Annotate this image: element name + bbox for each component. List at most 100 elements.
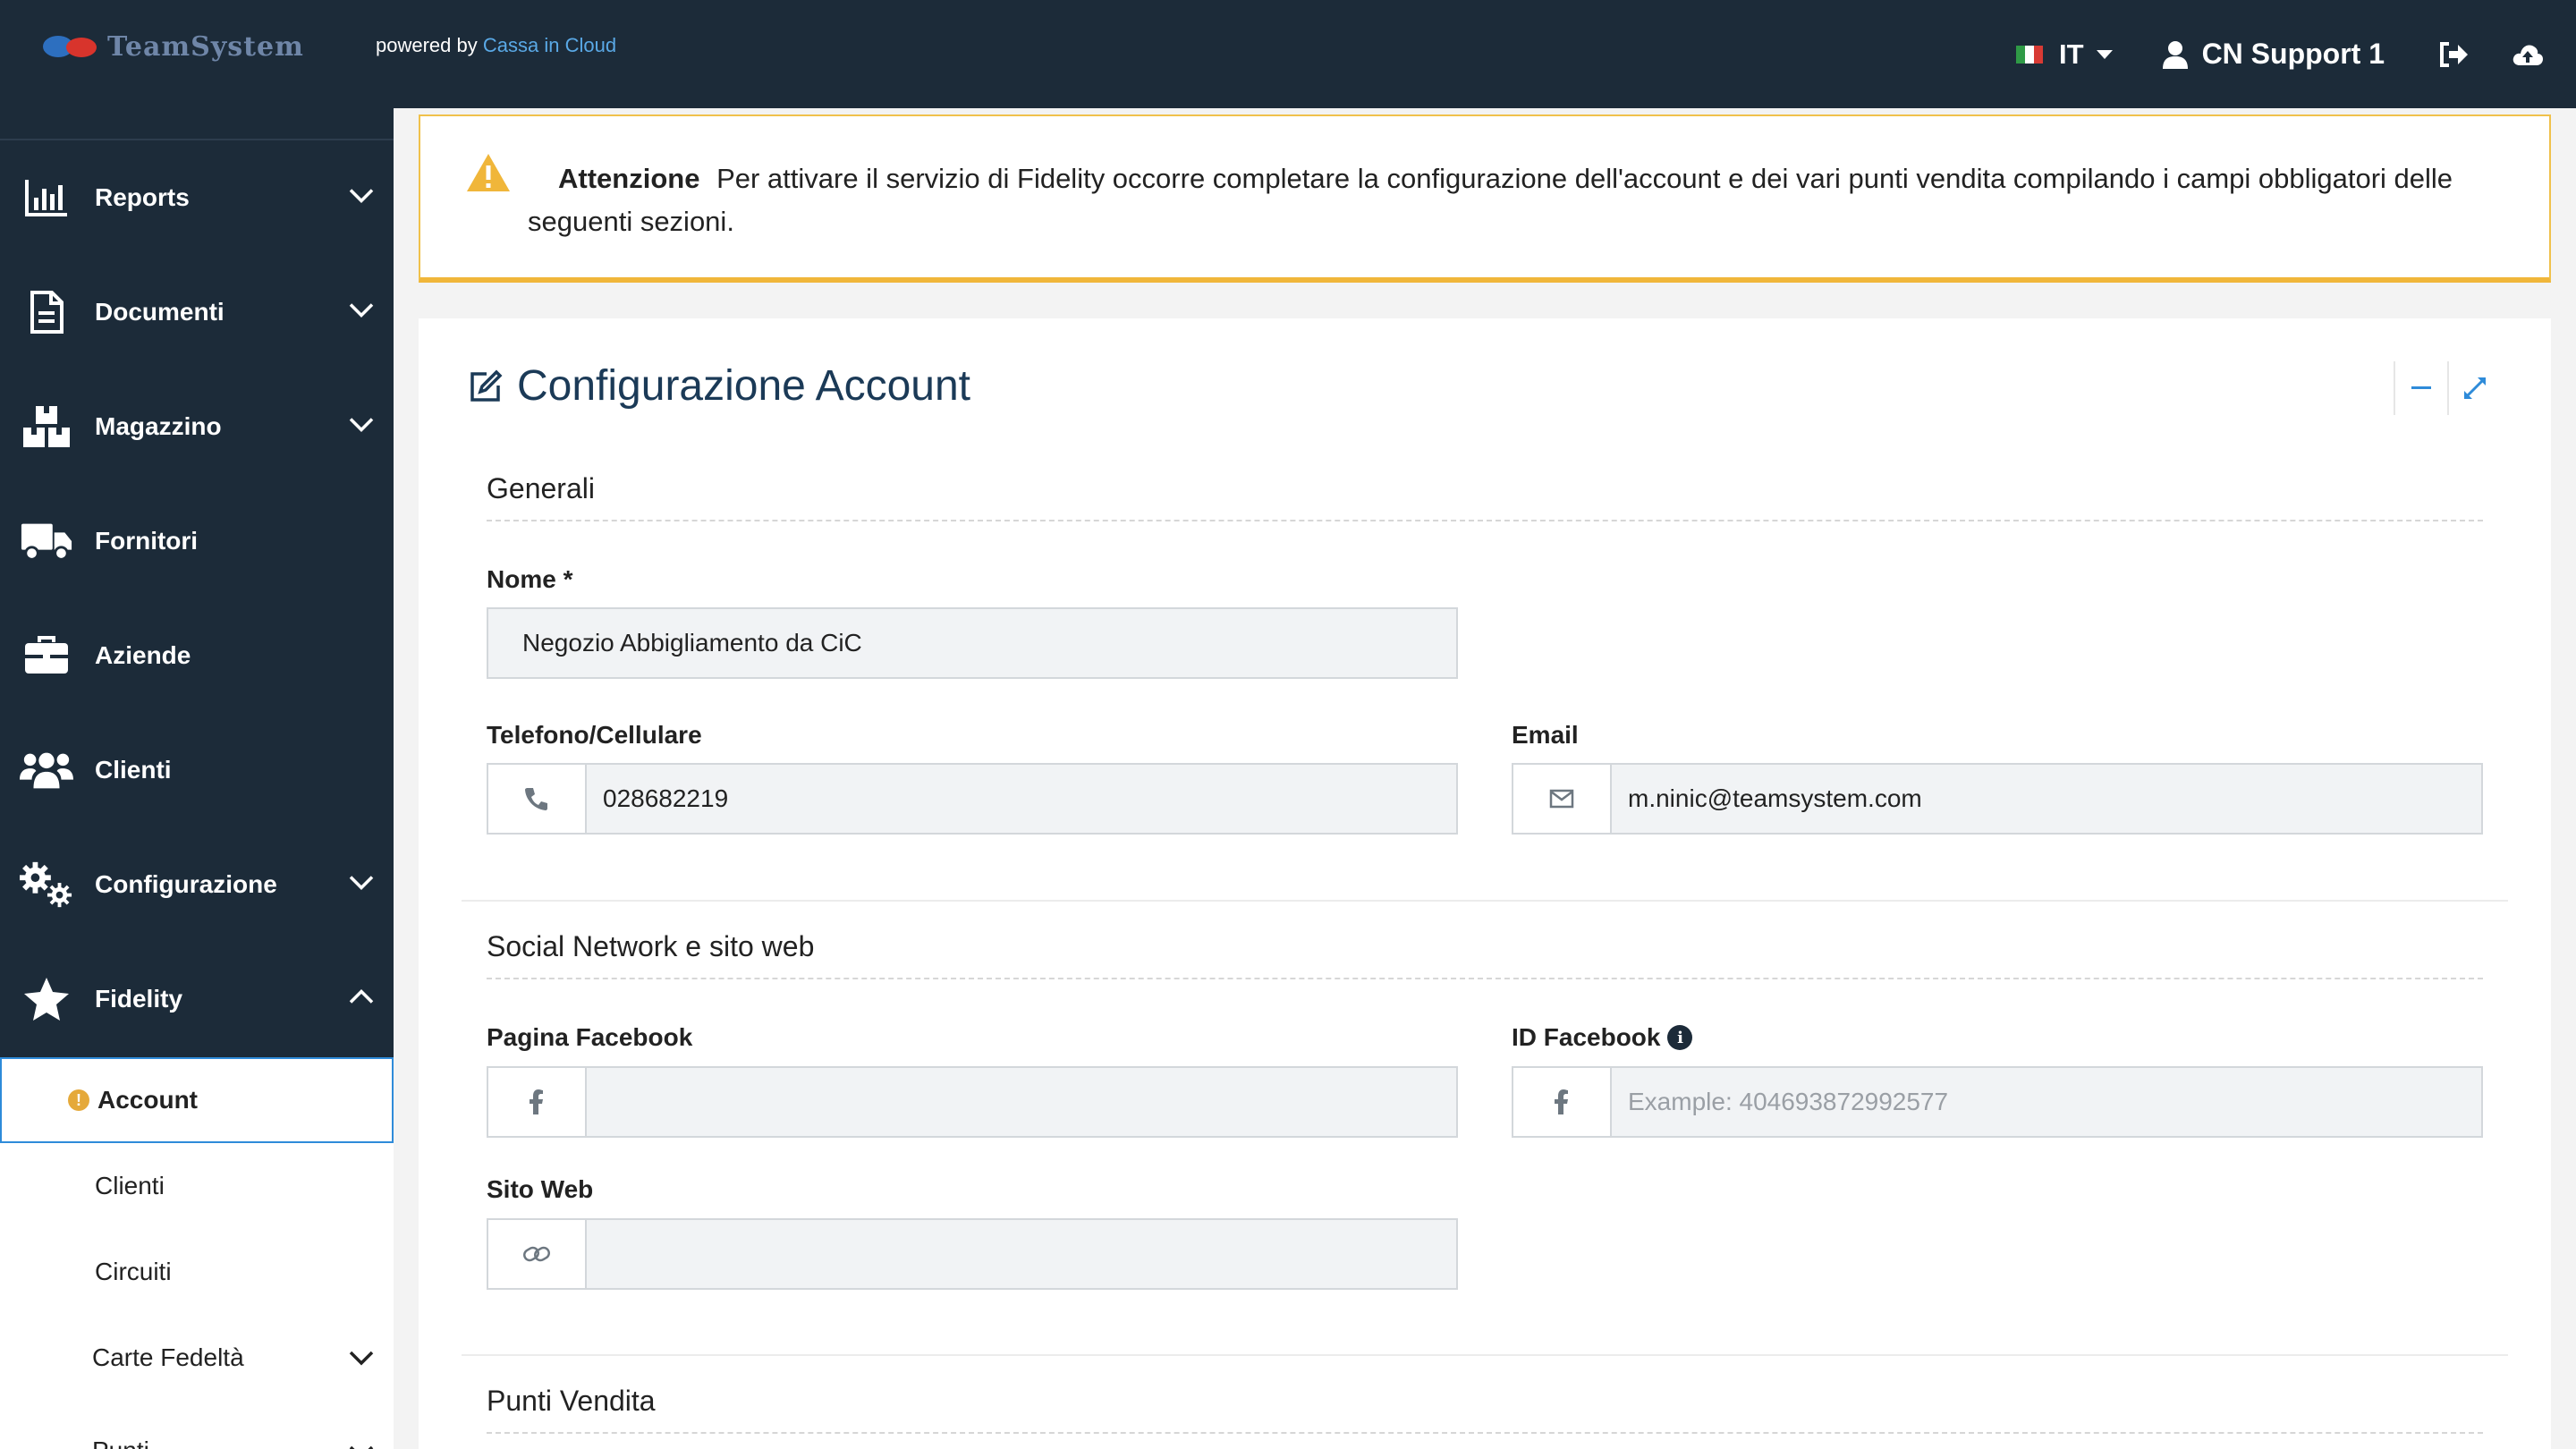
logo-text: TeamSystem (107, 30, 304, 63)
panel-title: Configurazione Account (469, 361, 970, 411)
sidebar-divider (0, 108, 394, 140)
sidebar-label: Documenti (95, 298, 225, 326)
powered-by: powered by Cassa in Cloud (376, 34, 616, 57)
sidebar-label: Aziende (95, 641, 191, 669)
sidebar-label: Fornitori (95, 527, 199, 555)
section-generali: Generali (487, 472, 2483, 521)
info-icon[interactable]: i (1667, 1025, 1693, 1050)
facebook-id-label-text: ID Facebook (1512, 1023, 1661, 1051)
warning-alert: Attenzione Per attivare il servizio di F… (419, 114, 2551, 283)
sidebar-item-magazzino[interactable]: Magazzino (0, 369, 394, 484)
expand-icon (2464, 377, 2486, 399)
facebook-icon (1513, 1068, 1612, 1136)
telefono-label: Telefono/Cellulare (487, 721, 702, 749)
subitem-label: Account (97, 1086, 198, 1114)
language-code: IT (2059, 38, 2084, 70)
account-config-panel: Configurazione Account Generali Nome * N… (419, 318, 2551, 1449)
email-input[interactable]: m.ninic@teamsystem.com (1512, 763, 2483, 835)
email-label: Email (1512, 721, 1579, 749)
facebook-icon (488, 1068, 587, 1136)
sidebar-item-clienti[interactable]: Clienti (0, 713, 394, 827)
facebook-id-input[interactable]: Example: 404693872992577 (1512, 1066, 2483, 1138)
sito-web-input[interactable] (487, 1218, 1458, 1290)
subitem-label: Circuiti (95, 1258, 172, 1285)
facebook-page-input[interactable] (487, 1066, 1458, 1138)
powered-by-prefix: powered by (376, 34, 478, 56)
alert-text: Attenzione Per attivare il servizio di F… (528, 157, 2460, 243)
section-punti-vendita: Punti Vendita (487, 1385, 2483, 1434)
language-selector[interactable]: IT (2016, 38, 2113, 71)
warning-triangle-icon (465, 152, 512, 198)
sidebar-item-fornitori[interactable]: Fornitori (0, 484, 394, 598)
chevron-down-icon (349, 188, 374, 208)
sign-out-icon (2440, 41, 2468, 67)
section-social: Social Network e sito web (487, 930, 2483, 979)
sidebar-label: Clienti (95, 756, 172, 784)
sidebar-item-aziende[interactable]: Aziende (0, 598, 394, 713)
expand-button[interactable] (2447, 361, 2501, 415)
chevron-down-icon (349, 302, 374, 323)
nome-input[interactable]: Negozio Abbigliamento da CiC (487, 607, 1458, 679)
panel-title-text: Configurazione Account (517, 362, 970, 410)
logo-mark-icon (39, 30, 102, 63)
sidebar-label: Reports (95, 183, 190, 211)
briefcase-icon (20, 629, 73, 682)
section-divider (462, 1354, 2508, 1356)
telefono-value: 028682219 (603, 784, 729, 812)
star-icon (20, 972, 73, 1026)
facebook-id-label: ID Facebook i (1512, 1023, 1693, 1052)
alert-title: Attenzione (558, 163, 700, 194)
chevron-down-icon (349, 1343, 374, 1372)
telefono-input[interactable]: 028682219 (487, 763, 1458, 835)
sidebar-label: Configurazione (95, 870, 277, 898)
facebook-id-placeholder: Example: 404693872992577 (1628, 1088, 1949, 1115)
sidebar-label: Fidelity (95, 985, 183, 1013)
collapse-button[interactable] (2394, 361, 2447, 415)
sidebar-item-configurazione[interactable]: Configurazione (0, 827, 394, 942)
cassa-in-cloud-link[interactable]: Cassa in Cloud (483, 34, 616, 56)
chevron-up-icon (349, 989, 374, 1010)
chevron-down-icon (349, 1438, 374, 1449)
sidebar-subitem-carte-fedelta[interactable]: Carte Fedeltà (0, 1315, 394, 1401)
facebook-page-label: Pagina Facebook (487, 1023, 693, 1051)
bar-chart-icon (20, 171, 73, 225)
user-menu[interactable]: CN Support 1 (2162, 38, 2385, 71)
edit-icon (470, 369, 503, 402)
boxes-icon (20, 400, 73, 453)
chevron-down-icon (349, 417, 374, 437)
sidebar-item-fidelity[interactable]: Fidelity (0, 942, 394, 1056)
user-icon (2162, 40, 2188, 69)
sidebar-subitem-circuiti[interactable]: Circuiti (0, 1229, 394, 1315)
caret-down-icon (2096, 49, 2113, 59)
cloud-sync-button[interactable] (2512, 42, 2544, 67)
nome-label: Nome * (487, 565, 573, 593)
truck-icon (20, 514, 73, 568)
sidebar-item-documenti[interactable]: Documenti (0, 255, 394, 369)
phone-icon (488, 765, 587, 833)
minus-icon (2411, 386, 2431, 389)
sidebar-subitem-account[interactable]: ! Account (0, 1057, 394, 1143)
panel-tools (2394, 361, 2501, 415)
teamsystem-logo[interactable]: TeamSystem (39, 27, 335, 66)
email-value: m.ninic@teamsystem.com (1628, 784, 1922, 812)
sito-web-label: Sito Web (487, 1175, 594, 1203)
cloud-upload-icon (2512, 44, 2543, 65)
link-icon (488, 1220, 587, 1288)
subitem-label: Carte Fedeltà (92, 1343, 244, 1371)
document-icon (20, 285, 73, 339)
warning-badge-icon: ! (68, 1089, 89, 1111)
sidebar-subitem-clienti[interactable]: Clienti (0, 1143, 394, 1229)
users-icon (20, 743, 73, 797)
envelope-icon (1513, 765, 1612, 833)
gears-icon (20, 858, 73, 911)
sidebar-label: Magazzino (95, 412, 222, 440)
sidebar-item-reports[interactable]: Reports (0, 140, 394, 255)
top-bar: TeamSystem powered by Cassa in Cloud IT … (0, 0, 2576, 108)
user-name: CN Support 1 (2201, 38, 2385, 70)
sidebar-subitem-punti[interactable]: Punti (0, 1401, 394, 1449)
fidelity-submenu: ! Account Clienti Circuiti Carte Fedeltà… (0, 1057, 394, 1449)
italy-flag-icon (2016, 45, 2043, 64)
chevron-down-icon (349, 875, 374, 895)
subitem-label: Clienti (95, 1172, 165, 1199)
logout-button[interactable] (2438, 41, 2469, 68)
